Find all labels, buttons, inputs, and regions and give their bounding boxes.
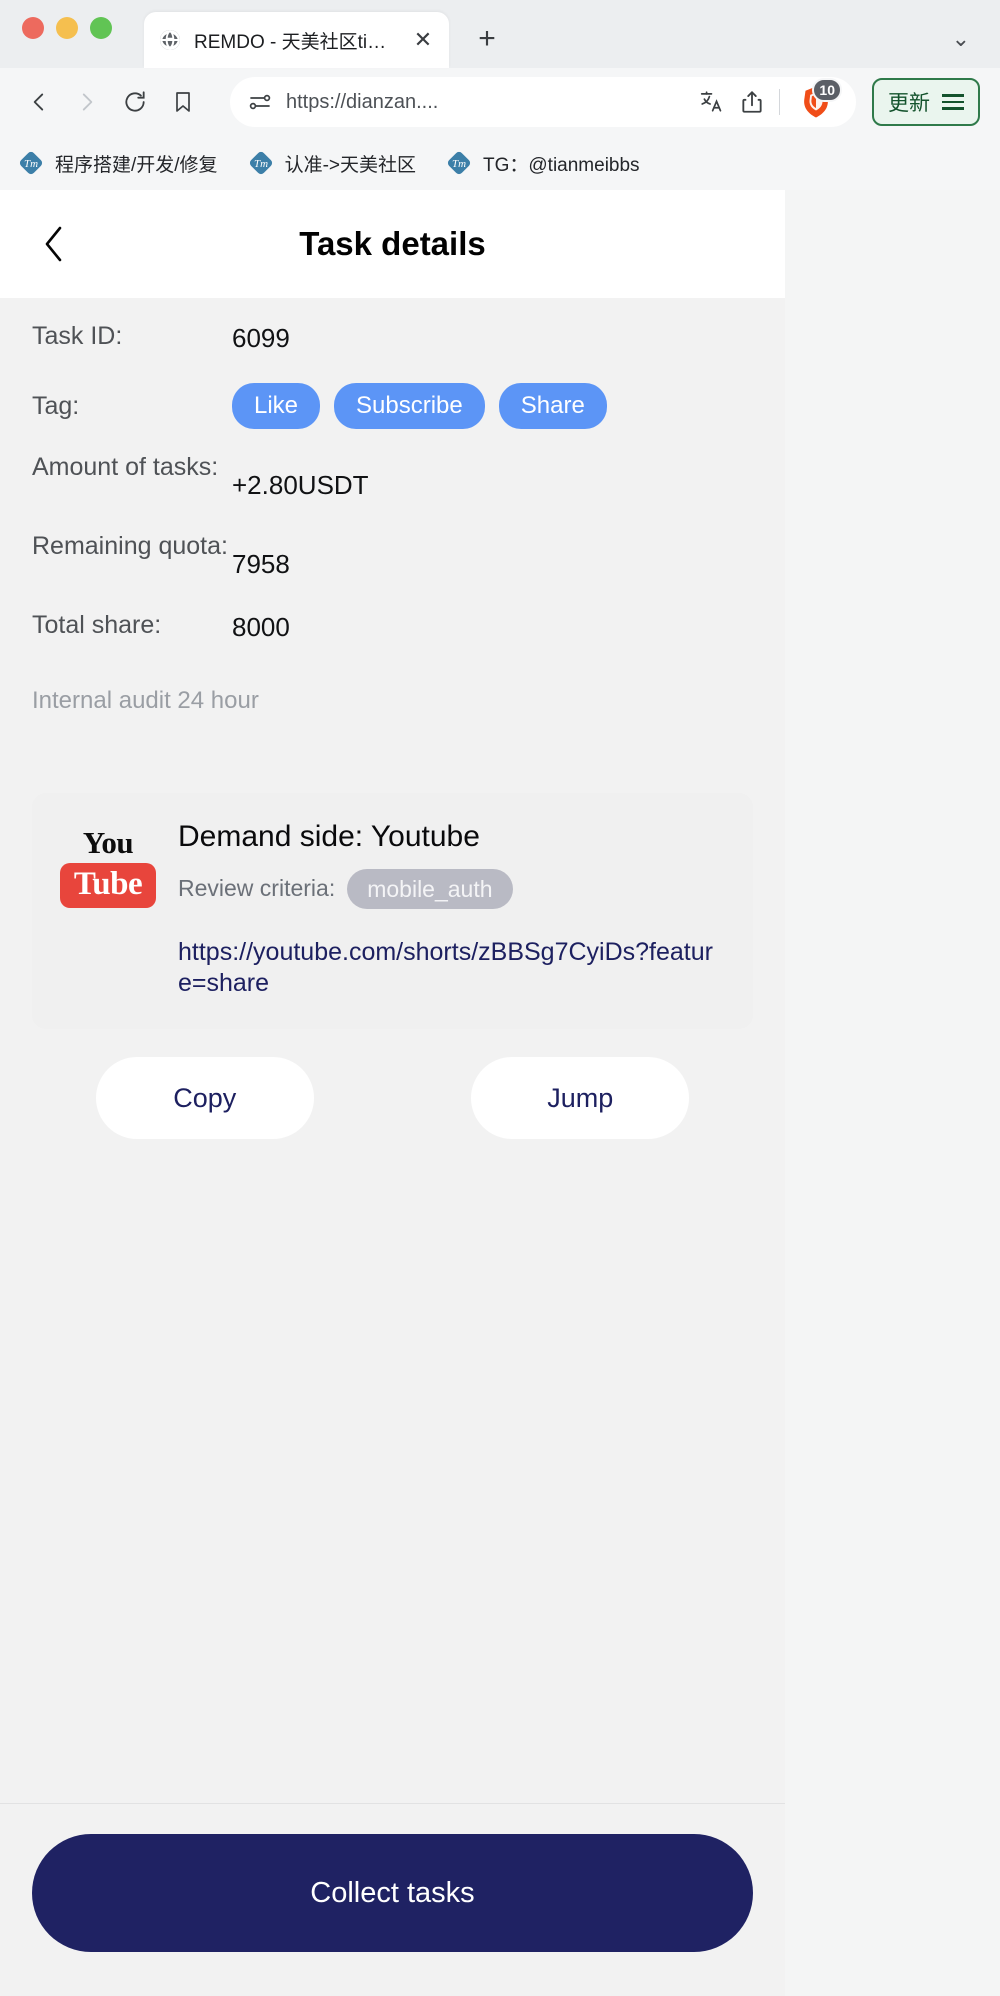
bookmark-item[interactable]: Tm 程序搭建/开发/修复 (18, 150, 218, 177)
info-value: 7958 (232, 549, 290, 580)
page-title: Task details (299, 225, 486, 262)
svg-text:Tm: Tm (254, 158, 268, 170)
info-row-amount-of-tasks: Amount of tasks: +2.80USDT (0, 451, 785, 502)
chevron-left-icon (33, 93, 44, 111)
hamburger-icon[interactable] (942, 94, 964, 110)
new-tab-button[interactable]: + (471, 24, 503, 54)
task-url[interactable]: https://youtube.com/shorts/zBBSg7CyiDs?f… (178, 937, 725, 999)
bookmark-icon (176, 92, 190, 112)
share-icon[interactable] (739, 89, 765, 115)
bookmark-label: 程序搭建/开发/修复 (55, 154, 218, 176)
svg-text:Tm: Tm (452, 158, 466, 170)
close-window-button[interactable] (22, 17, 44, 39)
info-label: Amount of tasks: (32, 452, 219, 481)
shield-block-count: 10 (812, 78, 842, 102)
chevron-left-icon (45, 226, 62, 262)
reload-icon (125, 91, 145, 112)
info-row-remaining-quota: Remaining quota: 7958 (0, 530, 785, 581)
youtube-logo-top: You (82, 824, 134, 860)
close-icon[interactable]: ✕ (411, 29, 435, 51)
page-header: Task details (0, 190, 785, 298)
demand-card-body: Demand side: Youtube Review criteria: mo… (178, 819, 725, 999)
copy-button[interactable]: Copy (95, 1057, 314, 1140)
tag-pill-share[interactable]: Share (498, 383, 607, 429)
chevron-down-icon[interactable]: ⌄ (952, 26, 970, 52)
info-value: +2.80USDT (232, 469, 369, 500)
tm-favicon: Tm (249, 151, 272, 175)
window-controls (22, 0, 112, 68)
info-value: 6099 (232, 323, 290, 353)
tab-strip: REMDO - 天美社区timibbs.net ✕ + ⌄ (0, 0, 1000, 68)
address-bar[interactable]: https://dianzan.... 10 (230, 77, 856, 127)
url-text: https://dianzan.... (286, 90, 439, 113)
browser-tab[interactable]: REMDO - 天美社区timibbs.net ✕ (144, 12, 449, 68)
info-label: Task ID: (32, 322, 123, 350)
bookmark-item[interactable]: Tm TG：@tianmeibbs (446, 150, 640, 177)
tab-title: REMDO - 天美社区timibbs.net (194, 31, 399, 53)
page-right-gutter (785, 190, 1000, 1996)
tag-pill-like[interactable]: Like (232, 383, 321, 429)
brave-shields-button[interactable]: 10 (794, 78, 842, 124)
globe-icon (160, 30, 180, 50)
action-button-row: Copy Jump (0, 1029, 785, 1140)
tm-favicon: Tm (19, 151, 43, 175)
info-value: 8000 (232, 612, 290, 643)
youtube-logo-bottom: Tube (73, 865, 143, 902)
update-button[interactable]: 更新 (872, 78, 980, 126)
reload-button[interactable] (112, 79, 158, 125)
svg-text:Tm: Tm (24, 158, 38, 170)
browser-toolbar: https://dianzan.... 10 更新 (0, 68, 1000, 136)
task-details-page: Task details Task ID: 6099 Tag: Like Sub… (0, 190, 785, 1996)
permissions-icon[interactable] (248, 90, 272, 114)
info-label: Remaining quota: (32, 532, 228, 561)
tag-pill-group: Like Subscribe Share (232, 383, 607, 429)
task-info-list: Task ID: 6099 Tag: Like Subscribe Share … (0, 298, 785, 673)
minimize-window-button[interactable] (56, 17, 78, 39)
audit-note: Internal audit 24 hour (32, 686, 259, 714)
translate-icon[interactable] (699, 89, 725, 115)
bookmarks-bar: Tm 程序搭建/开发/修复 Tm 认准->天美社区 Tm TG：@tianmei… (0, 136, 1000, 190)
info-row-tag: Tag: Like Subscribe Share (0, 383, 785, 429)
jump-button[interactable]: Jump (471, 1057, 690, 1140)
collect-tasks-button[interactable]: Collect tasks (32, 1834, 753, 1952)
browser-window: REMDO - 天美社区timibbs.net ✕ + ⌄ (0, 0, 1000, 1996)
tag-pill-subscribe[interactable]: Subscribe (334, 383, 485, 429)
review-criteria-chip: mobile_auth (347, 868, 513, 910)
update-label: 更新 (888, 92, 930, 115)
bookmark-button[interactable] (160, 79, 206, 125)
info-label: Tag: (32, 392, 80, 421)
back-button[interactable] (16, 79, 62, 125)
youtube-logo: You Tube (60, 819, 156, 999)
bottom-action-bar: Collect tasks (0, 1803, 785, 1996)
review-criteria-label: Review criteria: (178, 875, 336, 902)
bookmark-label: TG：@tianmeibbs (483, 154, 640, 176)
forward-button[interactable] (64, 79, 110, 125)
youtube-logo-badge: Tube (60, 862, 156, 908)
info-label: Total share: (32, 611, 162, 640)
chevron-right-icon (82, 93, 93, 111)
review-criteria-row: Review criteria: mobile_auth (178, 868, 725, 910)
bookmark-item[interactable]: Tm 认准->天美社区 (248, 150, 416, 177)
bookmark-label: 认准->天美社区 (284, 154, 416, 176)
maximize-window-button[interactable] (90, 17, 112, 39)
page-viewport: Task details Task ID: 6099 Tag: Like Sub… (0, 190, 1000, 1996)
back-navigation-button[interactable] (34, 220, 74, 268)
info-row-task-id: Task ID: 6099 (0, 320, 785, 355)
demand-side-title: Demand side: Youtube (178, 819, 480, 853)
toolbar-divider (779, 89, 780, 115)
info-row-total-share: Total share: 8000 (0, 609, 785, 644)
demand-side-card: You Tube Demand side: Youtube Review cri… (32, 792, 753, 1030)
tm-favicon: Tm (447, 151, 471, 175)
